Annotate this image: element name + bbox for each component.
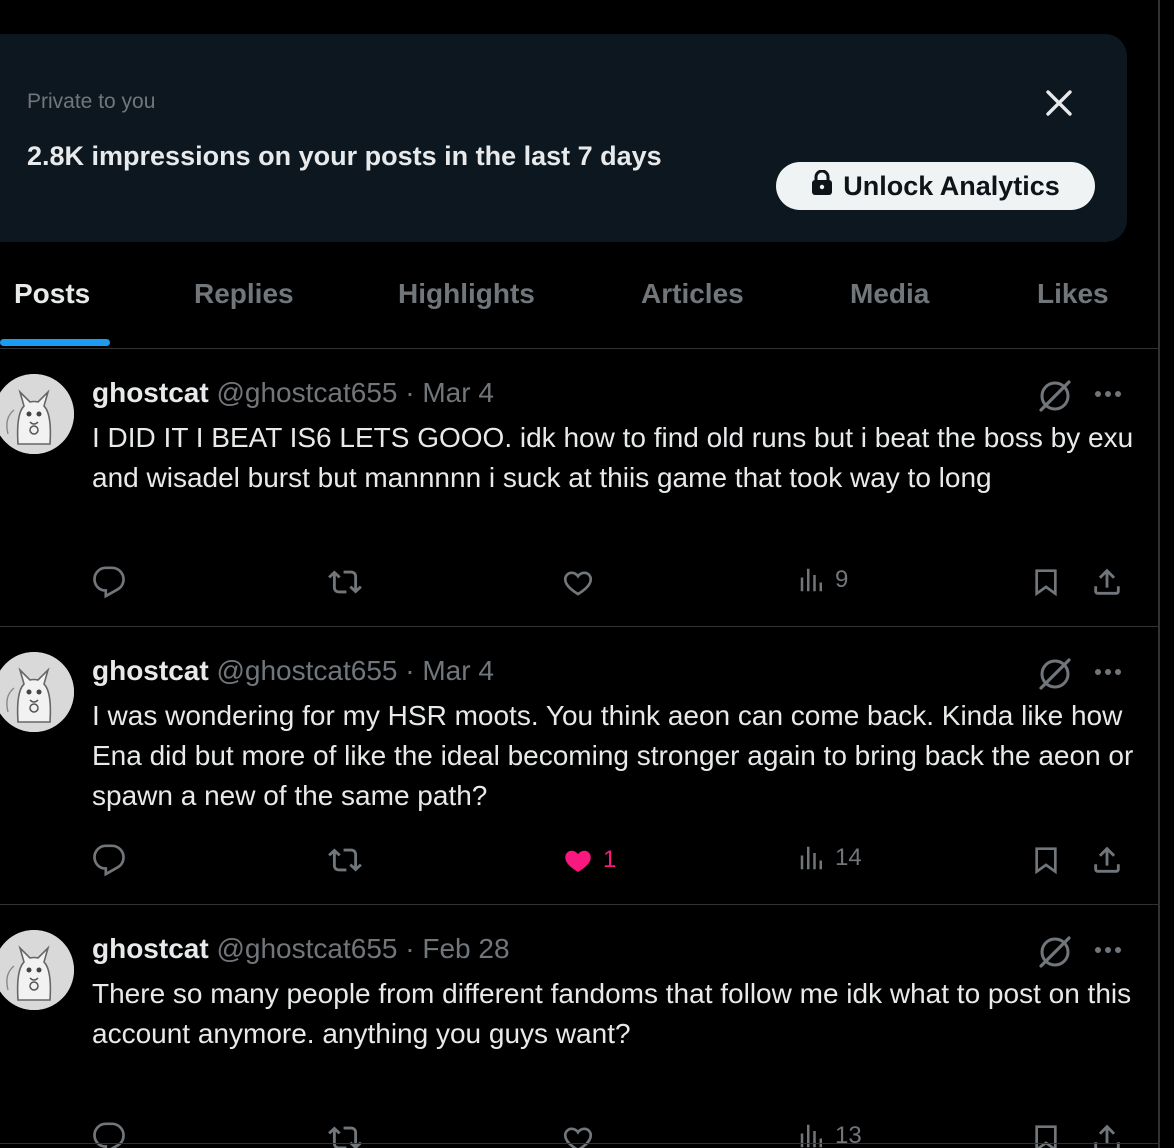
views-count: 9 — [835, 566, 849, 593]
avatar[interactable] — [0, 374, 74, 454]
author-name[interactable]: ghostcat — [92, 377, 209, 408]
views-icon — [797, 843, 827, 873]
avatar[interactable] — [0, 652, 74, 732]
grok-icon[interactable] — [1035, 932, 1075, 972]
post-divider — [0, 626, 1158, 627]
unlock-analytics-label: Unlock Analytics — [843, 170, 1060, 201]
author-name[interactable]: ghostcat — [92, 933, 209, 964]
repost-icon — [327, 843, 363, 877]
author-handle[interactable]: @ghostcat655 — [216, 377, 397, 408]
tab-likes[interactable]: Likes — [1037, 278, 1109, 310]
views-icon — [797, 565, 827, 595]
like-button[interactable]: 1 — [561, 843, 616, 877]
post-text: I DID IT I BEAT IS6 LETS GOOO. idk how t… — [92, 422, 1134, 493]
post-text: There so many people from different fand… — [92, 978, 1132, 1049]
post-date[interactable]: Mar 4 — [422, 377, 494, 408]
grok-icon[interactable] — [1035, 376, 1075, 416]
more-icon[interactable] — [1090, 932, 1126, 968]
views-count: 13 — [835, 1122, 862, 1148]
like-button[interactable] — [561, 565, 603, 599]
post-divider — [0, 1143, 1158, 1144]
views-button[interactable]: 14 — [797, 843, 862, 873]
share-icon — [1090, 565, 1124, 599]
grok-icon[interactable] — [1035, 654, 1075, 694]
header-separator: · — [405, 655, 415, 686]
analytics-banner — [0, 34, 1127, 242]
post-divider — [0, 904, 1158, 905]
active-tab-indicator — [0, 339, 110, 346]
reply-icon — [92, 565, 126, 599]
banner-title: 2.8K impressions on your posts in the la… — [27, 141, 662, 171]
tabs-divider — [0, 348, 1158, 349]
bookmark-button[interactable] — [1030, 843, 1062, 877]
tab-posts[interactable]: Posts — [14, 278, 90, 310]
bookmark-icon — [1030, 565, 1062, 599]
post-header: ghostcat @ghostcat655 · Mar 4 — [92, 377, 494, 409]
tab-highlights[interactable]: Highlights — [398, 278, 535, 310]
column-border — [1158, 0, 1160, 1148]
bookmark-button[interactable] — [1030, 565, 1062, 599]
reply-button[interactable] — [92, 565, 134, 599]
share-icon — [1090, 843, 1124, 877]
reply-button[interactable] — [92, 843, 134, 877]
repost-button[interactable] — [327, 565, 371, 599]
header-separator: · — [405, 377, 415, 408]
banner-kicker: Private to you — [27, 90, 156, 113]
post-text: I was wondering for my HSR moots. You th… — [92, 700, 1134, 811]
author-handle[interactable]: @ghostcat655 — [216, 933, 397, 964]
bookmark-icon — [1030, 843, 1062, 877]
tab-articles[interactable]: Articles — [641, 278, 744, 310]
share-button[interactable] — [1090, 843, 1124, 877]
close-icon[interactable] — [1038, 82, 1080, 124]
like-icon — [561, 565, 595, 599]
post-header: ghostcat @ghostcat655 · Feb 28 — [92, 933, 510, 965]
author-handle[interactable]: @ghostcat655 — [216, 655, 397, 686]
lock-icon — [811, 169, 833, 203]
repost-icon — [327, 565, 363, 599]
share-button[interactable] — [1090, 565, 1124, 599]
views-button[interactable]: 9 — [797, 565, 848, 595]
post-header: ghostcat @ghostcat655 · Mar 4 — [92, 655, 494, 687]
more-icon[interactable] — [1090, 376, 1126, 412]
post-date[interactable]: Mar 4 — [422, 655, 494, 686]
tab-media[interactable]: Media — [850, 278, 929, 310]
repost-button[interactable] — [327, 843, 371, 877]
like-icon — [561, 843, 595, 877]
post-date[interactable]: Feb 28 — [422, 933, 509, 964]
author-name[interactable]: ghostcat — [92, 655, 209, 686]
more-icon[interactable] — [1090, 654, 1126, 690]
views-count: 14 — [835, 844, 862, 871]
unlock-analytics-button[interactable]: Unlock Analytics — [776, 162, 1095, 210]
reply-icon — [92, 843, 126, 877]
header-separator: · — [405, 933, 415, 964]
like-count: 1 — [603, 846, 617, 873]
tab-replies[interactable]: Replies — [194, 278, 294, 310]
avatar[interactable] — [0, 930, 74, 1010]
